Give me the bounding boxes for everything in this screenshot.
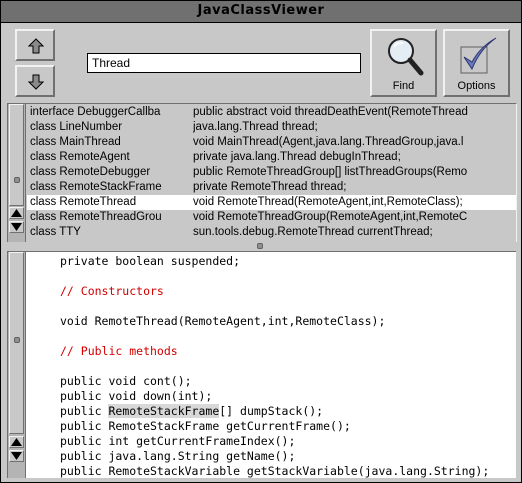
grip-icon: [14, 177, 20, 183]
find-button[interactable]: Find: [370, 29, 437, 97]
class-list: interface DebuggerCallba public abstract …: [27, 105, 516, 239]
source-scroll-thumb[interactable]: [9, 252, 24, 434]
class-list-pane: interface DebuggerCallba public abstract …: [7, 103, 517, 243]
scroll-down-button[interactable]: [9, 221, 24, 233]
class-list-scroll-thumb[interactable]: [9, 104, 24, 206]
grip-icon: [14, 337, 20, 343]
code-line: public RemoteStackVariable getStackVaria…: [60, 464, 490, 478]
code-line: public void down(int);: [60, 389, 213, 403]
checkmark-icon: [460, 37, 497, 74]
code-comment-line: // Constructors: [60, 284, 164, 298]
member-cell: private RemoteThread thread;: [193, 181, 347, 193]
source-scroll-down-button[interactable]: [9, 450, 24, 462]
list-item[interactable]: class MainThread void MainThread(Agent,ja…: [27, 135, 516, 150]
class-name-cell: class RemoteDebugger: [30, 166, 151, 178]
list-item[interactable]: class RemoteStackFrame private RemoteThre…: [27, 180, 516, 195]
code-line: public RemoteStackFrame getCurrentFrame(…: [60, 419, 351, 433]
code-line: public java.lang.String getName();: [60, 449, 296, 463]
java-class-viewer-window: JavaClassViewer Find Options: [0, 0, 522, 483]
class-name-cell: class RemoteStackFrame: [30, 181, 162, 193]
class-name-cell: class TTY: [30, 226, 81, 238]
code-text: public: [60, 404, 109, 418]
class-name-cell: interface DebuggerCallba: [30, 106, 161, 118]
window-title: JavaClassViewer: [197, 3, 325, 18]
class-name-cell: class RemoteAgent: [30, 151, 130, 163]
list-item[interactable]: class RemoteThreadGrou void RemoteThreadG…: [27, 210, 516, 225]
member-cell: void RemoteThread(RemoteAgent,int,Remote…: [193, 196, 463, 208]
code-line: public void cont();: [60, 374, 192, 388]
class-name-cell: class RemoteThread: [30, 196, 137, 208]
code-line: private boolean suspended;: [60, 254, 241, 268]
triangle-up-icon: [11, 209, 22, 217]
triangle-up-icon: [11, 438, 22, 446]
title-bar[interactable]: JavaClassViewer: [1, 1, 521, 23]
code-comment-line: // Public methods: [60, 344, 178, 358]
source-scroll-up-button[interactable]: [9, 436, 24, 448]
find-label: Find: [392, 80, 415, 92]
code-line: void RemoteThread(RemoteAgent,int,Remote…: [60, 314, 386, 328]
member-cell: private java.lang.Thread debugInThread;: [193, 151, 401, 163]
search-match-highlight: RemoteStackFrame: [108, 404, 220, 418]
triangle-down-icon: [11, 452, 22, 460]
member-cell: sun.tools.debug.RemoteThread currentThre…: [193, 226, 433, 238]
source-scrollbar[interactable]: [8, 252, 26, 478]
class-name-cell: class LineNumber: [30, 121, 123, 133]
triangle-down-icon: [11, 223, 22, 231]
class-list-scrollbar[interactable]: [8, 104, 26, 242]
source-pane: private boolean suspended; // Constructor…: [7, 251, 516, 478]
member-cell: public RemoteThreadGroup[] listThreadGro…: [193, 166, 468, 178]
up-button[interactable]: [15, 29, 55, 61]
list-item[interactable]: class RemoteAgent private java.lang.Threa…: [27, 150, 516, 165]
list-item[interactable]: class LineNumber java.lang.Thread thread;: [27, 120, 516, 135]
list-item[interactable]: interface DebuggerCallba public abstract …: [27, 105, 516, 120]
scroll-up-button[interactable]: [9, 207, 24, 219]
list-item[interactable]: class RemoteThread void RemoteThread(Remo…: [27, 195, 516, 210]
code-line: public RemoteStackFrame[] dumpStack();: [60, 404, 323, 419]
search-input[interactable]: [87, 53, 361, 73]
member-cell: java.lang.Thread thread;: [193, 121, 318, 133]
class-name-cell: class MainThread: [30, 136, 121, 148]
list-item[interactable]: class TTY sun.tools.debug.RemoteThread cu…: [27, 225, 516, 239]
splitter-grip-icon: [257, 243, 263, 249]
code-text: [] dumpStack();: [219, 404, 324, 418]
pane-splitter[interactable]: [1, 242, 521, 251]
up-arrow-icon: [28, 38, 44, 54]
member-cell: public abstract void threadDeathEvent(Re…: [193, 106, 468, 118]
list-item[interactable]: class RemoteDebugger public RemoteThreadG…: [27, 165, 516, 180]
source-code-view[interactable]: private boolean suspended; // Constructor…: [27, 252, 516, 478]
code-line: public int getCurrentFrameIndex();: [60, 434, 296, 448]
down-arrow-icon: [28, 74, 44, 90]
down-button[interactable]: [15, 65, 55, 97]
class-name-cell: class RemoteThreadGrou: [30, 211, 162, 223]
member-cell: void RemoteThreadGroup(RemoteAgent,int,R…: [193, 211, 468, 223]
magnifier-icon: [388, 38, 424, 76]
member-cell: void MainThread(Agent,java.lang.ThreadGr…: [193, 136, 464, 148]
options-button[interactable]: Options: [443, 29, 510, 97]
options-label: Options: [457, 80, 496, 92]
